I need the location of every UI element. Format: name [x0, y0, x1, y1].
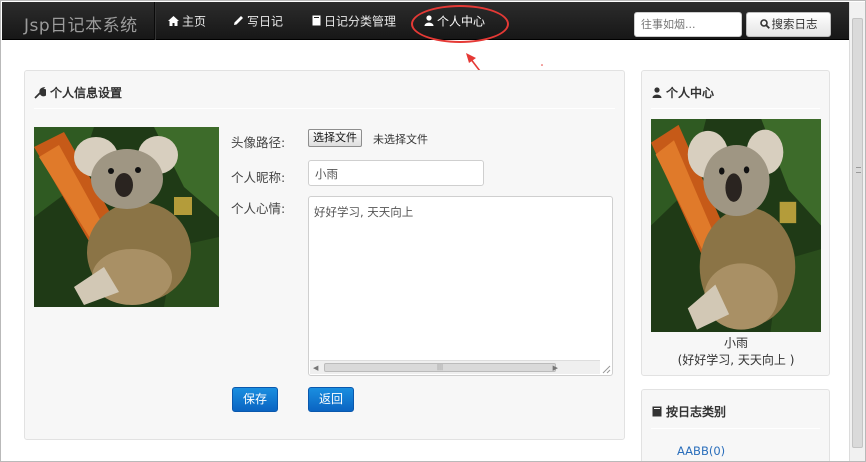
nickname-label: 个人昵称: — [231, 170, 286, 185]
category-panel-title: 按日志类别 — [652, 403, 726, 420]
profile-panel-title: 个人中心 — [652, 84, 714, 101]
koala-picture-small — [651, 119, 821, 332]
scroll-thumb[interactable]: ||| — [324, 363, 556, 372]
scroll-right-arrow-icon[interactable]: ▶ — [553, 364, 558, 372]
mood-textarea-value: 好好学习, 天天向上 — [314, 205, 414, 219]
profile-divider — [651, 108, 820, 109]
nickname-input[interactable]: 小雨 — [308, 160, 484, 186]
book-icon — [312, 15, 321, 26]
wrench-icon — [34, 86, 46, 99]
nav-item-category-manage[interactable]: 日记分类管理 — [312, 2, 396, 40]
profile-name: 小雨 — [723, 336, 748, 350]
page-scroll-thumb[interactable] — [852, 18, 863, 448]
nav-item-home[interactable]: 主页 — [168, 2, 206, 40]
mood-textarea[interactable]: 好好学习, 天天向上 ◀ ||| ▶ — [308, 196, 613, 376]
home-icon — [168, 15, 179, 26]
avatar-image-large — [34, 127, 219, 307]
search-input[interactable] — [634, 12, 742, 37]
search-button[interactable]: 搜索日志 — [746, 12, 831, 37]
book-icon — [652, 406, 662, 417]
category-divider — [651, 428, 820, 429]
user-icon — [652, 87, 662, 98]
profile-mood: (好好学习, 天天向上 ) — [677, 353, 795, 367]
profile-avatar — [651, 119, 821, 332]
scroll-left-arrow-icon[interactable]: ◀ — [313, 364, 318, 372]
resize-handle-icon[interactable] — [599, 362, 611, 374]
search-icon — [759, 19, 770, 29]
nav-divider — [154, 2, 155, 40]
textarea-hscrollbar[interactable]: ◀ ||| ▶ — [310, 360, 600, 374]
back-button[interactable]: 返回 — [308, 387, 354, 412]
browser-viewport: Jsp日记本系统 主页 写日记 日记分类管理 个人中心 搜索日志 个人信息设置 — [0, 0, 866, 462]
highlight-ring — [411, 5, 509, 43]
brand-title[interactable]: Jsp日记本系统 — [24, 11, 138, 36]
save-button[interactable]: 保存 — [232, 387, 278, 412]
avatar-path-label: 头像路径: — [231, 135, 286, 150]
pencil-icon — [234, 16, 243, 25]
koala-picture — [34, 127, 219, 307]
category-link[interactable]: AABB(0) — [677, 444, 725, 458]
choose-file-button[interactable]: 选择文件 — [308, 129, 362, 147]
category-panel — [641, 389, 830, 461]
settings-panel-title: 个人信息设置 — [34, 84, 122, 101]
mood-label: 个人心情: — [231, 201, 286, 216]
page-scrollbar[interactable] — [849, 2, 865, 461]
file-status-text: 未选择文件 — [373, 133, 428, 146]
settings-divider — [34, 108, 615, 109]
nav-item-write-diary[interactable]: 写日记 — [233, 2, 283, 40]
